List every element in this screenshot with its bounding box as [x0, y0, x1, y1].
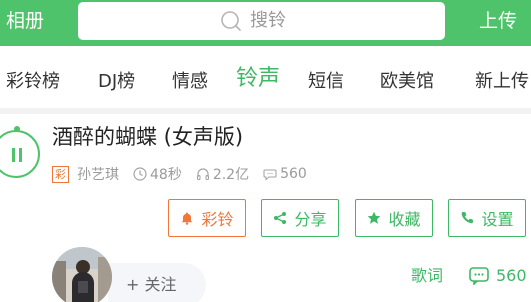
artist-name[interactable]: 孙艺琪	[77, 164, 119, 184]
set-ringtone-button[interactable]: 设置	[448, 199, 526, 237]
follow-label: + 关注	[126, 275, 177, 294]
follow-button[interactable]: + 关注	[108, 263, 206, 302]
tab-ringtone[interactable]: 铃声	[236, 67, 280, 91]
tab-dj-chart[interactable]: DJ榜	[98, 70, 135, 94]
tab-western[interactable]: 欧美馆	[380, 70, 434, 94]
clock-icon	[133, 167, 147, 181]
tab-ringback-chart[interactable]: 彩铃榜	[6, 70, 60, 94]
album-button[interactable]: 相册	[6, 7, 44, 35]
lyrics-button[interactable]: 歌词	[411, 265, 443, 287]
ringback-button[interactable]: 彩铃	[168, 199, 246, 237]
comment-count: 560	[280, 166, 307, 182]
star-icon	[368, 211, 381, 224]
ringback-badge: 彩	[52, 165, 69, 183]
top-bar: 相册 搜铃 上传	[0, 0, 531, 46]
search-icon	[221, 11, 241, 31]
avatar[interactable]	[52, 247, 112, 302]
comment-bubble-icon[interactable]	[469, 267, 489, 285]
pause-button[interactable]	[0, 130, 40, 178]
footer-comment-count[interactable]: 560	[496, 265, 527, 287]
comment-icon	[263, 169, 277, 181]
section-divider	[0, 108, 531, 114]
duration: 48秒	[150, 167, 182, 183]
song-title[interactable]: 酒醉的蝴蝶 (女声版)	[52, 122, 243, 152]
favorite-label: 收藏	[388, 210, 421, 229]
share-icon	[274, 212, 287, 224]
play-count: 2.2亿	[212, 167, 250, 183]
tab-emotion[interactable]: 情感	[172, 70, 208, 94]
avatar-photo	[52, 247, 112, 302]
share-button[interactable]: 分享	[261, 199, 339, 237]
category-tabs: 彩铃榜 DJ榜 情感 铃声 短信 欧美馆 新上传	[0, 56, 531, 110]
upload-button[interactable]: 上传	[479, 7, 517, 35]
phone-icon	[462, 211, 474, 224]
search-placeholder: 搜铃	[250, 10, 286, 31]
set-label: 设置	[481, 210, 514, 229]
search-box[interactable]: 搜铃	[78, 2, 445, 40]
share-label: 分享	[294, 210, 327, 229]
tab-sms[interactable]: 短信	[308, 70, 344, 94]
headphones-icon	[196, 168, 209, 181]
ringback-label: 彩铃	[201, 210, 234, 229]
bell-icon	[182, 212, 193, 225]
tab-new-upload[interactable]: 新上传	[475, 70, 529, 94]
song-meta: 彩 孙艺琪 48秒 2.2亿 560	[52, 164, 307, 184]
favorite-button[interactable]: 收藏	[355, 199, 433, 237]
pause-icon	[12, 148, 15, 162]
